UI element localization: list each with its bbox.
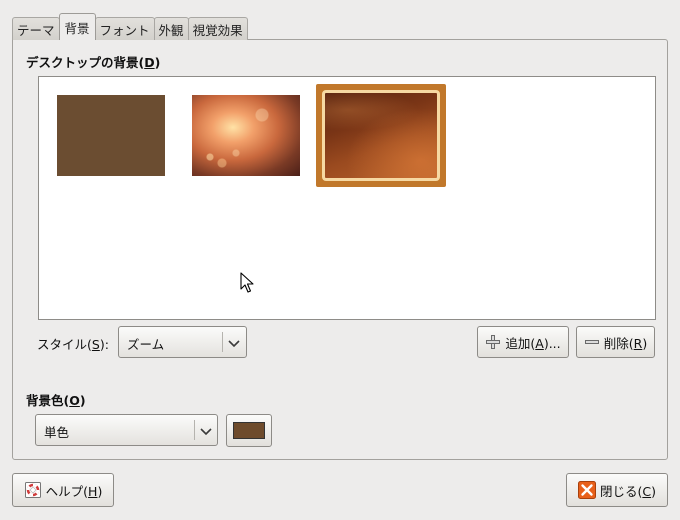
style-label-mnemonic: S [91,337,100,352]
style-combobox[interactable]: ズーム [118,326,247,358]
plus-icon [486,335,501,349]
color-mode-value: 単色 [44,425,70,440]
style-label: スタイル(S): [37,334,109,353]
background-tab-panel: デスクトップの背景(D) スタイル(S): ズーム 追加(A)... 削除(R)… [12,39,668,460]
tab-bar: テーマ 背景 フォント 外観 視覚効果 [12,13,248,40]
background-color-mnemonic: O [69,393,80,408]
help-button[interactable]: ヘルプ(H) [12,473,114,507]
desktop-background-mnemonic: D [144,55,155,70]
help-label: ヘルプ(H) [45,483,103,499]
tab-fonts[interactable]: フォント [94,17,155,40]
close-label: 閉じる(C) [599,483,656,499]
mouse-pointer-icon [240,272,254,293]
wallpaper-solid-brown-image [57,95,165,176]
desktop-background-heading-text: デスクトップの背景( [26,55,145,70]
desktop-background-heading-close: ) [154,55,161,70]
add-wallpaper-label: 追加(A)... [505,335,561,351]
style-combobox-value: ズーム [127,337,165,352]
remove-wallpaper-label: 削除(R) [603,335,648,351]
wallpaper-warm-bokeh-image [192,95,300,176]
wallpaper-solid-brown[interactable] [57,95,165,176]
desktop-background-heading: デスクトップの背景(D) [26,52,160,71]
background-color-heading-text: 背景色( [26,393,70,408]
wallpaper-ubuntu-default[interactable] [316,84,446,187]
background-color-heading: 背景色(O) [26,390,86,409]
color-mode-combobox[interactable]: 単色 [35,414,218,446]
help-icon [24,482,41,498]
background-color-button[interactable] [226,414,272,447]
minus-icon [584,340,599,344]
add-wallpaper-button[interactable]: 追加(A)... [477,326,569,358]
tab-theme[interactable]: テーマ [12,17,60,40]
close-icon [577,481,596,499]
wallpaper-list[interactable] [38,76,656,320]
close-button[interactable]: 閉じる(C) [566,473,668,507]
wallpaper-ubuntu-default-image [322,90,440,181]
tab-background[interactable]: 背景 [58,13,96,40]
wallpaper-warm-bokeh[interactable] [192,95,300,176]
style-label-text: スタイル( [37,337,92,352]
chevron-down-icon [228,340,240,348]
tab-visual-effects[interactable]: 視覚効果 [187,17,248,40]
color-mode-separator [194,420,195,440]
style-label-close: ): [99,337,109,352]
remove-wallpaper-button[interactable]: 削除(R) [576,326,655,358]
chevron-down-icon [200,428,212,436]
background-color-heading-close: ) [79,393,86,408]
color-swatch [233,422,265,439]
style-combobox-separator [222,332,223,352]
tab-appearance[interactable]: 外観 [153,17,189,40]
